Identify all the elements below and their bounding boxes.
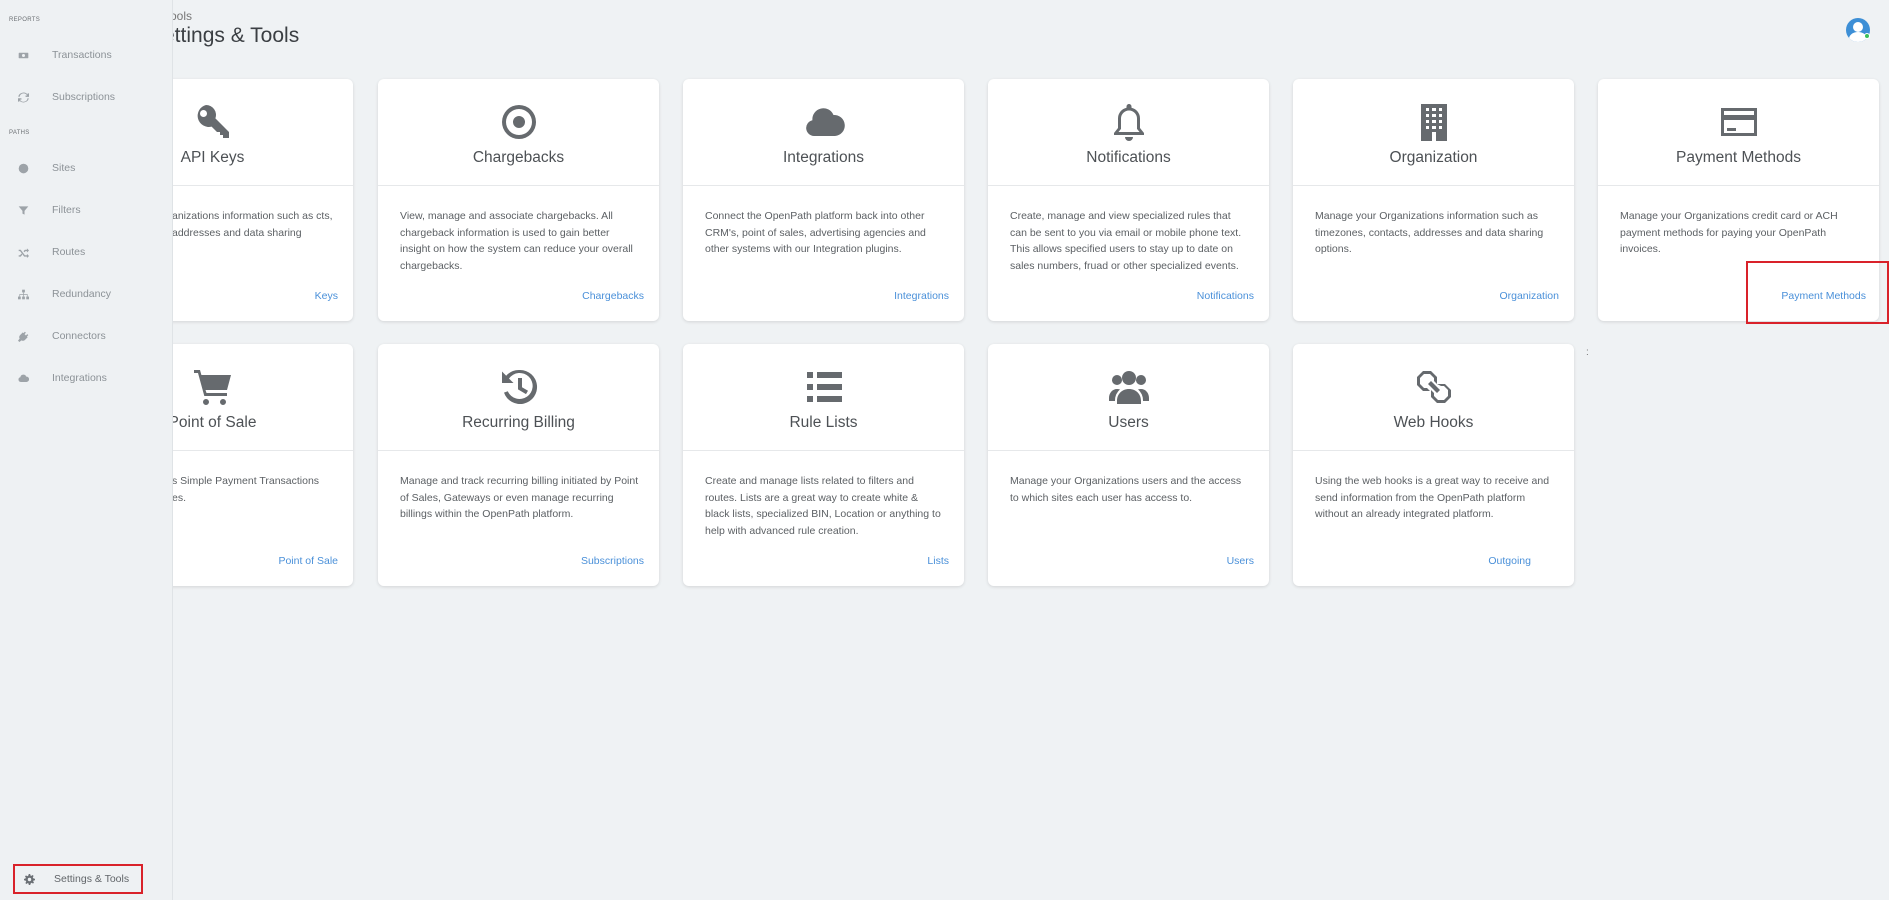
card-description: Manage your Organizations information su…	[1315, 210, 1544, 255]
card-organization: Organization Manage your Organizations i…	[1293, 79, 1574, 321]
sidebar-item-label: Transactions	[52, 49, 112, 61]
target-icon	[497, 101, 541, 143]
sidebar-item-connectors[interactable]: Connectors	[0, 321, 172, 351]
card-link-lists[interactable]: Lists	[927, 555, 949, 567]
sidebar-item-subscriptions[interactable]: Subscriptions	[0, 82, 172, 112]
card-link-point-of-sale[interactable]: Point of Sale	[278, 555, 338, 567]
card-link-subscriptions[interactable]: Subscriptions	[581, 555, 644, 567]
plug-icon	[17, 330, 29, 342]
sitemap-icon	[17, 288, 29, 300]
users-icon	[1107, 366, 1151, 408]
cart-icon	[191, 366, 235, 408]
card-users: Users Manage your Organizations users an…	[988, 344, 1269, 586]
card-header: Recurring Billing	[378, 344, 659, 451]
card-notifications: Notifications Create, manage and view sp…	[988, 79, 1269, 321]
bell-icon	[1107, 101, 1151, 143]
card-description: Manage and track recurring billing initi…	[400, 475, 639, 520]
avatar-head	[1853, 22, 1863, 32]
card-description: Create and manage lists related to filte…	[705, 475, 941, 537]
card-header: Notifications	[988, 79, 1269, 186]
card-title: Recurring Billing	[462, 414, 575, 431]
card-header: Organization	[1293, 79, 1574, 186]
status-indicator	[1864, 33, 1870, 39]
card-link-payment-methods[interactable]: Payment Methods	[1781, 290, 1866, 302]
sidebar-item-label: Filters	[52, 204, 81, 216]
sidebar-item-routes[interactable]: Routes	[0, 237, 172, 267]
card-header: Users	[988, 344, 1269, 451]
list-icon	[802, 366, 846, 408]
card-title: Chargebacks	[472, 149, 565, 166]
link-icon	[1412, 366, 1456, 408]
breadcrumb[interactable]: ools	[170, 9, 192, 23]
card-link-chargebacks[interactable]: Chargebacks	[582, 290, 644, 302]
section-label-reports: REPORTS	[9, 17, 40, 23]
card-title: Web Hooks	[1393, 414, 1474, 431]
card-link-integrations[interactable]: Integrations	[894, 290, 949, 302]
cloud-icon	[17, 372, 29, 384]
credit-card-icon	[1717, 101, 1761, 143]
card-web-hooks: Web Hooks Using the web hooks is a great…	[1293, 344, 1574, 586]
card-description: Connect the OpenPath platform back into …	[705, 210, 926, 255]
shuffle-icon	[17, 246, 29, 258]
card-title: Organization	[1389, 149, 1478, 166]
sidebar-item-settings-tools[interactable]: Settings & Tools	[13, 864, 143, 894]
sidebar-item-label: Connectors	[52, 330, 106, 342]
cloud-icon	[802, 101, 846, 143]
sidebar-item-label: Redundancy	[52, 288, 111, 300]
card-chargebacks: Chargebacks View, manage and associate c…	[378, 79, 659, 321]
sidebar-item-label: Settings & Tools	[54, 873, 130, 885]
card-title: Integrations	[783, 149, 864, 166]
sidebar-item-label: Subscriptions	[52, 91, 116, 103]
card-description: Manage your Organizations users and the …	[1010, 475, 1242, 504]
stray-mark: :	[1586, 347, 1589, 358]
card-description: View, manage and associate chargebacks. …	[400, 210, 633, 272]
card-title: Notifications	[1086, 149, 1171, 166]
section-label-paths: PATHS	[9, 130, 30, 136]
card-title: Users	[1108, 414, 1149, 431]
sidebar-item-redundancy[interactable]: Redundancy	[0, 279, 172, 309]
sidebar-item-transactions[interactable]: Transactions	[0, 40, 172, 70]
card-header: Payment Methods	[1598, 79, 1879, 186]
card-recurring-billing: Recurring Billing Manage and track recur…	[378, 344, 659, 586]
gear-icon	[23, 873, 35, 885]
card-description: Create, manage and view specialized rule…	[1010, 210, 1242, 272]
page-title: ettings & Tools	[163, 24, 300, 47]
card-description: anizations information such as cts, addr…	[172, 210, 333, 239]
card-rule-lists: Rule Lists Create and manage lists relat…	[683, 344, 964, 586]
key-icon	[191, 101, 235, 143]
refresh-icon	[17, 91, 29, 103]
sidebar-item-filters[interactable]: Filters	[0, 195, 172, 225]
card-integrations: Integrations Connect the OpenPath platfo…	[683, 79, 964, 321]
card-description: Using the web hooks is a great way to re…	[1315, 475, 1550, 520]
card-header: Integrations	[683, 79, 964, 186]
sidebar-item-label: Sites	[52, 162, 76, 174]
sidebar-item-label: Integrations	[52, 372, 107, 384]
card-header: Rule Lists	[683, 344, 964, 451]
card-title: Rule Lists	[789, 414, 858, 431]
card-link-keys[interactable]: Keys	[315, 290, 338, 302]
sidebar-item-integrations[interactable]: Integrations	[0, 363, 172, 393]
card-payment-methods: Payment Methods Manage your Organization…	[1598, 79, 1879, 321]
sidebar-item-sites[interactable]: Sites	[0, 153, 172, 183]
building-icon	[1412, 101, 1456, 143]
history-icon	[497, 366, 541, 408]
money-icon	[17, 49, 29, 61]
card-title: Payment Methods	[1676, 149, 1801, 166]
card-description: s Simple Payment Transactions es.	[172, 475, 320, 504]
sidebar: REPORTS Transactions Subscriptions PATHS…	[0, 0, 173, 900]
card-header: Chargebacks	[378, 79, 659, 186]
card-description: Manage your Organizations credit card or…	[1620, 210, 1838, 255]
card-link-outgoing[interactable]: Outgoing	[1488, 555, 1531, 567]
card-header: Web Hooks	[1293, 344, 1574, 451]
card-link-organization[interactable]: Organization	[1499, 290, 1559, 302]
card-link-notifications[interactable]: Notifications	[1197, 290, 1254, 302]
sidebar-item-label: Routes	[52, 246, 86, 258]
card-link-users[interactable]: Users	[1227, 555, 1254, 567]
globe-icon	[17, 162, 29, 174]
filter-icon	[17, 204, 29, 216]
